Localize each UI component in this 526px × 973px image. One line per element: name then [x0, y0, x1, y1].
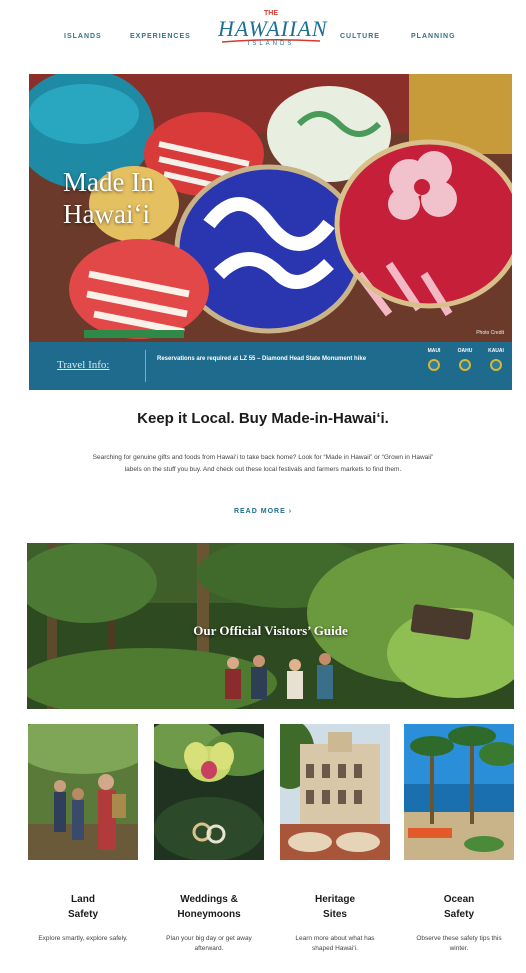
- hero-banner[interactable]: Made In Hawai‘i Photo Credit: [29, 74, 512, 342]
- island-label: KAUAI: [488, 348, 504, 354]
- palace-image: [280, 724, 390, 860]
- island-oahu[interactable]: OAHU: [454, 348, 476, 371]
- card-image: [280, 724, 390, 860]
- email-page: ISLANDS EXPERIENCES THE HAWAIIAN ISLANDS…: [0, 0, 526, 973]
- island-label: OAHU: [457, 348, 473, 354]
- photo-credit: Photo Credit: [476, 330, 504, 336]
- nav-culture[interactable]: CULTURE: [340, 33, 380, 40]
- hawaiian-islands-logo[interactable]: THE HAWAIIAN ISLANDS: [218, 10, 327, 56]
- chevron-right-icon: ›: [288, 508, 293, 515]
- logo-swoosh-icon: [221, 38, 321, 43]
- card-title: Heritage Sites: [314, 894, 355, 920]
- island-badge-icon: [490, 359, 502, 371]
- travel-info-bar: Travel Info: Reservations are required a…: [29, 342, 512, 390]
- card-desc: Explore smartly, explore safely.: [38, 935, 128, 942]
- nav-islands[interactable]: ISLANDS: [64, 33, 102, 40]
- top-nav: ISLANDS EXPERIENCES THE HAWAIIAN ISLANDS…: [0, 0, 526, 66]
- nav-experiences[interactable]: EXPERIENCES: [130, 33, 191, 40]
- travel-alert-link[interactable]: Reservations are required at LZ 55 – Dia…: [157, 354, 397, 365]
- section-headline: Keep it Local. Buy Made-in-Hawai‘i.: [137, 410, 389, 427]
- card-image: [28, 724, 138, 860]
- card-desc: Observe these safety tips this winter.: [416, 935, 502, 952]
- card-title: Land Safety: [67, 894, 98, 920]
- read-more-link[interactable]: READ MORE ›: [0, 508, 526, 515]
- island-badge-icon: [428, 359, 440, 371]
- card-image: [404, 724, 514, 860]
- island-kauai[interactable]: KAUAI: [485, 348, 507, 371]
- nav-planning[interactable]: PLANNING: [411, 33, 456, 40]
- section-body: Searching for genuine gifts and foods fr…: [92, 454, 434, 473]
- island-label: MAUI: [427, 348, 441, 354]
- divider: [145, 350, 146, 382]
- beach-palms-image: [404, 724, 514, 860]
- card-desc: Learn more about what has shaped Hawai‘i…: [295, 935, 375, 952]
- card-title: Ocean Safety: [443, 894, 475, 920]
- card-title: Weddings & Honeymoons: [177, 894, 241, 920]
- travel-info-link[interactable]: Travel Info:: [57, 359, 109, 371]
- guide-title: Our Official Visitors’ Guide: [193, 623, 348, 638]
- island-badge-icon: [459, 359, 471, 371]
- visitors-guide-banner[interactable]: Our Official Visitors’ Guide: [27, 543, 514, 709]
- hero-title: Made In Hawai‘i: [63, 167, 154, 229]
- island-maui[interactable]: MAUI: [423, 348, 445, 371]
- orchid-rings-image: [154, 724, 264, 860]
- card-desc: Plan your big day or get away afterward.: [166, 935, 252, 952]
- hikers-image: [28, 724, 138, 860]
- card-image: [154, 724, 264, 860]
